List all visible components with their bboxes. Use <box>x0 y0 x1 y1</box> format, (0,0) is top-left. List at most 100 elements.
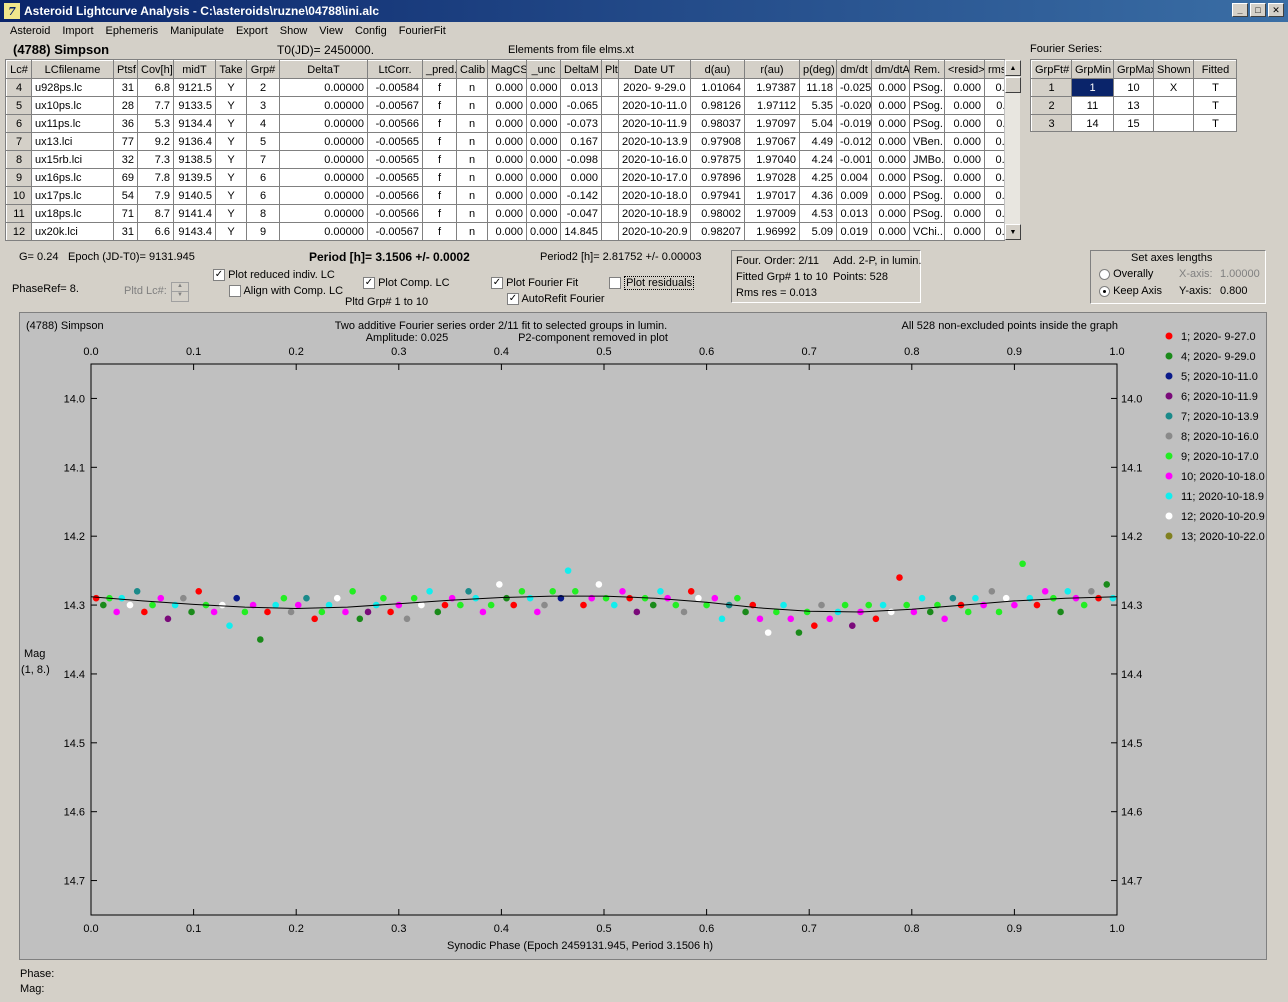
lc-cell[interactable]: Y <box>215 168 247 187</box>
lc-cell[interactable]: 0.000 <box>944 222 985 240</box>
lc-cell[interactable]: -0.00566 <box>367 204 423 223</box>
lc-table-row[interactable]: 8 ux15rb.lci 32 7.3 9138.5 Y 7 0.00000 -0.00565 f… <box>6 150 1004 169</box>
autorefit-checkbox[interactable]: ✓ AutoRefit Fourier <box>507 293 605 306</box>
lc-column-header[interactable]: _unc <box>526 60 561 79</box>
lc-cell[interactable]: 4.24 <box>799 150 837 169</box>
lc-cell[interactable]: 31 <box>113 78 138 97</box>
lc-row-header[interactable]: 9 <box>6 168 32 187</box>
lc-cell[interactable]: 9133.5 <box>173 96 216 115</box>
lc-cell[interactable] <box>601 168 619 187</box>
lc-cell[interactable]: 6 <box>246 186 280 205</box>
lc-table-row[interactable]: 4 u928ps.lc 31 6.8 9121.5 Y 2 0.00000 -0.00584 f n… <box>6 78 1004 97</box>
lc-column-header[interactable]: Take <box>215 60 247 79</box>
lc-cell[interactable] <box>601 150 619 169</box>
lc-cell[interactable]: 0.000 <box>871 204 910 223</box>
lc-cell[interactable]: ux10ps.lc <box>31 96 114 115</box>
lc-cell[interactable]: 1.97387 <box>744 78 800 97</box>
lc-column-header[interactable]: p(deg) <box>799 60 837 79</box>
lc-cell[interactable]: 28 <box>113 96 138 115</box>
lc-cell[interactable] <box>601 222 619 240</box>
xaxis-input[interactable]: 1.00000 <box>1220 268 1260 280</box>
fourier-cell[interactable]: 14 <box>1071 114 1114 131</box>
lc-cell[interactable]: 0.97875 <box>690 150 745 169</box>
plot-reduced-checkbox[interactable]: ✓ Plot reduced indiv. LC <box>213 269 335 282</box>
lc-cell[interactable]: 0.000 <box>526 132 561 151</box>
lc-column-header[interactable]: Rem. <box>909 60 945 79</box>
lc-cell[interactable]: 5.35 <box>799 96 837 115</box>
lc-cell[interactable]: 2020-10-18.9 <box>618 204 691 223</box>
plot-residuals-checkbox[interactable]: Plot residuals <box>609 276 695 290</box>
lc-cell[interactable]: f <box>422 204 457 223</box>
lc-cell[interactable]: 0.98037 <box>690 114 745 133</box>
lc-cell[interactable]: 0.000 <box>871 222 910 240</box>
lc-cell[interactable]: n <box>456 222 488 240</box>
lc-cell[interactable]: 0.009 <box>984 132 1004 151</box>
lc-cell[interactable]: 0.000 <box>871 114 910 133</box>
plot-comp-checkbox[interactable]: ✓ Plot Comp. LC <box>363 277 450 290</box>
lc-cell[interactable]: 0.000 <box>526 222 561 240</box>
lc-cell[interactable]: 1.97017 <box>744 186 800 205</box>
pltd-lc-spinner[interactable]: ▲ ▼ <box>171 282 189 302</box>
scroll-up-button[interactable]: ▲ <box>1005 60 1021 76</box>
lc-cell[interactable]: 0.167 <box>560 132 602 151</box>
fourier-column-header[interactable]: GrpFt# <box>1031 60 1072 79</box>
fourier-column-header[interactable]: GrpMin <box>1071 60 1114 79</box>
lc-row-header[interactable]: 6 <box>6 114 32 133</box>
lc-cell[interactable]: PSog.. <box>909 96 945 115</box>
fourier-cell[interactable]: 11 <box>1071 96 1114 115</box>
lc-cell[interactable]: -0.00567 <box>367 96 423 115</box>
lc-cell[interactable]: 7.8 <box>137 168 174 187</box>
lc-cell[interactable]: 0.00000 <box>279 204 368 223</box>
align-comp-checkbox[interactable]: Align with Comp. LC <box>229 285 343 298</box>
lc-cell[interactable]: 0.013 <box>984 186 1004 205</box>
lc-cell[interactable]: f <box>422 132 457 151</box>
lc-cell[interactable]: PSog.. <box>909 114 945 133</box>
lc-cell[interactable]: 11.18 <box>799 78 837 97</box>
lc-cell[interactable] <box>601 96 619 115</box>
lc-cell[interactable]: PSog.. <box>909 168 945 187</box>
lc-cell[interactable]: 6.8 <box>137 78 174 97</box>
lc-cell[interactable]: 0.004 <box>836 168 872 187</box>
fourier-column-header[interactable]: Fitted <box>1193 60 1236 79</box>
lc-cell[interactable]: Y <box>215 132 247 151</box>
fourier-cell[interactable]: T <box>1193 114 1236 131</box>
fourier-table-row[interactable]: 1 1 10 X T <box>1031 78 1236 97</box>
lc-cell[interactable]: 5 <box>246 132 280 151</box>
lc-cell[interactable]: 0.013 <box>836 204 872 223</box>
lc-column-header[interactable]: Cov[h] <box>137 60 174 79</box>
lc-column-header[interactable]: Grp# <box>246 60 280 79</box>
lc-cell[interactable]: 0.011 <box>984 96 1004 115</box>
fourier-cell[interactable]: 15 <box>1113 114 1154 131</box>
lc-cell[interactable]: 2020-10-18.0 <box>618 186 691 205</box>
lc-cell[interactable]: 0.98207 <box>690 222 745 240</box>
lc-cell[interactable]: VBen.. <box>909 132 945 151</box>
lc-cell[interactable]: 4.49 <box>799 132 837 151</box>
lc-cell[interactable]: 0.000 <box>944 78 985 97</box>
lc-table-row[interactable]: 12 ux20k.lci 31 6.6 9143.4 Y 9 0.00000 -0.00567 f… <box>6 222 1004 240</box>
menu-fourierfit[interactable]: FourierFit <box>393 23 452 41</box>
lc-cell[interactable]: -0.142 <box>560 186 602 205</box>
lc-cell[interactable]: n <box>456 186 488 205</box>
fourier-cell[interactable]: 1 <box>1071 78 1114 97</box>
lc-cell[interactable]: 6.6 <box>137 222 174 240</box>
fourier-row-header[interactable]: 3 <box>1031 114 1072 131</box>
lc-cell[interactable]: n <box>456 168 488 187</box>
lc-cell[interactable]: -0.073 <box>560 114 602 133</box>
lc-cell[interactable]: f <box>422 222 457 240</box>
lc-cell[interactable]: 0.00000 <box>279 186 368 205</box>
lc-cell[interactable]: 6 <box>246 168 280 187</box>
lc-cell[interactable]: 0.97896 <box>690 168 745 187</box>
lc-cell[interactable]: 1.01064 <box>690 78 745 97</box>
fourier-cell[interactable]: 13 <box>1113 96 1154 115</box>
lc-column-header[interactable]: Ptsf <box>113 60 138 79</box>
lc-cell[interactable]: 69 <box>113 168 138 187</box>
lc-cell[interactable]: 0.019 <box>836 222 872 240</box>
lc-cell[interactable]: 0.00000 <box>279 114 368 133</box>
lc-cell[interactable]: 2020-10-16.0 <box>618 150 691 169</box>
lc-cell[interactable]: 9 <box>246 222 280 240</box>
minimize-button[interactable]: _ <box>1232 3 1248 17</box>
lc-cell[interactable]: Y <box>215 186 247 205</box>
lc-row-header[interactable]: 7 <box>6 132 32 151</box>
lc-cell[interactable]: 0.000 <box>871 132 910 151</box>
lc-cell[interactable]: -0.025 <box>836 78 872 97</box>
